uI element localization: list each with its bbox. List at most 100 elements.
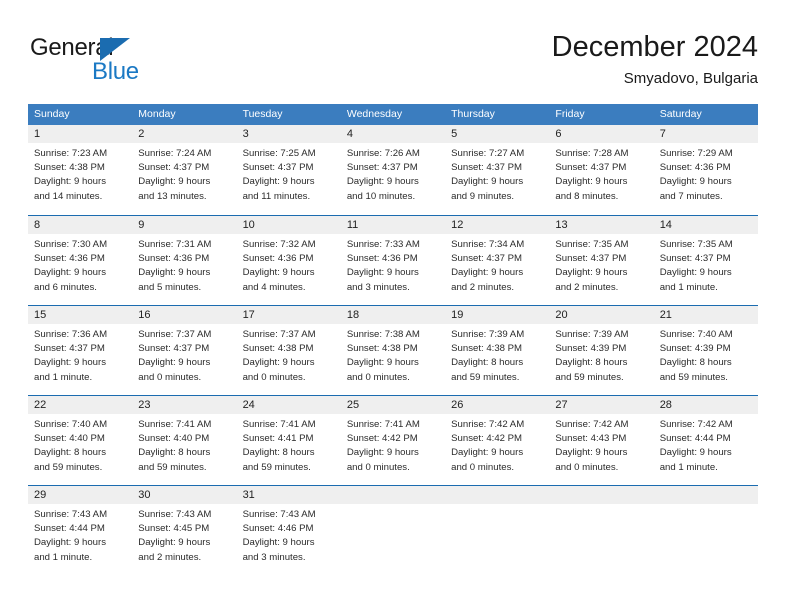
day-number: 28: [653, 396, 758, 414]
day-number: 23: [132, 396, 237, 414]
daylight-text-line1: Daylight: 8 hours: [34, 447, 106, 459]
calendar-weeks: 1 Sunrise: 7:23 AM Sunset: 4:38 PM Daylight…: [28, 125, 758, 575]
day-number: 4: [340, 125, 446, 143]
daylight-text-line2: and 0 minutes.: [555, 461, 619, 473]
calendar-day-cell[interactable]: 30 Sunrise: 7:43 AM Sunset: 4:45 PM Dayligh…: [132, 486, 237, 575]
sunrise-text: Sunrise: 7:35 AM: [659, 239, 733, 250]
calendar-day-cell[interactable]: 16 Sunrise: 7:37 AM Sunset: 4:37 PM Dayligh…: [132, 306, 237, 395]
daylight-text-line2: and 9 minutes.: [451, 190, 515, 202]
daylight-text-line1: Daylight: 8 hours: [555, 357, 628, 369]
logo-text-blue: Blue: [92, 58, 139, 85]
daylight-text-line2: and 4 minutes.: [242, 281, 306, 293]
daylight-text-line1: Daylight: 9 hours: [242, 537, 315, 549]
calendar-day-cell[interactable]: 2 Sunrise: 7:24 AM Sunset: 4:37 PM Daylight…: [132, 125, 237, 215]
weekday-header-friday: Friday: [555, 108, 585, 120]
weekday-header-monday: Monday: [138, 108, 176, 120]
day-details: Sunrise: 7:42 AM Sunset: 4:42 PM Daylight:…: [445, 414, 549, 475]
calendar-day-cell[interactable]: 12 Sunrise: 7:34 AM Sunset: 4:37 PM Dayligh…: [445, 216, 550, 305]
calendar-day-cell[interactable]: 15 Sunrise: 7:36 AM Sunset: 4:37 PM Dayligh…: [28, 306, 133, 395]
sunrise-text: Sunrise: 7:28 AM: [555, 148, 629, 159]
daylight-text-line1: Daylight: 9 hours: [451, 176, 524, 188]
daylight-text-line1: Daylight: 9 hours: [138, 176, 211, 188]
day-number: 24: [236, 396, 341, 414]
sunset-text: Sunset: 4:45 PM: [138, 523, 210, 535]
day-details: Sunrise: 7:25 AM Sunset: 4:37 PM Daylight:…: [237, 143, 341, 204]
sunrise-text: Sunrise: 7:41 AM: [138, 419, 212, 430]
sunset-text: Sunset: 4:38 PM: [346, 343, 418, 355]
general-blue-logo[interactable]: General Blue: [30, 34, 160, 88]
sunrise-text: Sunrise: 7:27 AM: [451, 148, 525, 159]
daylight-text-line2: and 1 minute.: [659, 281, 718, 293]
daylight-text-line2: and 1 minute.: [34, 371, 93, 383]
calendar-day-cell[interactable]: 21 Sunrise: 7:40 AM Sunset: 4:39 PM Dayligh…: [653, 306, 758, 395]
sunset-text: Sunset: 4:44 PM: [659, 433, 731, 445]
daylight-text-line1: Daylight: 9 hours: [138, 537, 211, 549]
calendar-day-cell[interactable]: 5 Sunrise: 7:27 AM Sunset: 4:37 PM Daylight…: [445, 125, 550, 215]
calendar-day-cell[interactable]: 9 Sunrise: 7:31 AM Sunset: 4:36 PM Daylight…: [132, 216, 237, 305]
calendar-day-cell[interactable]: 3 Sunrise: 7:25 AM Sunset: 4:37 PM Daylight…: [236, 125, 341, 215]
day-number: 11: [340, 216, 446, 234]
calendar-day-cell[interactable]: 4 Sunrise: 7:26 AM Sunset: 4:37 PM Daylight…: [340, 125, 446, 215]
daylight-text-line1: Daylight: 9 hours: [138, 357, 211, 369]
calendar-day-cell[interactable]: 18 Sunrise: 7:38 AM Sunset: 4:38 PM Dayligh…: [340, 306, 446, 395]
sunrise-text: Sunrise: 7:43 AM: [242, 509, 316, 520]
sunrise-text: Sunrise: 7:42 AM: [555, 419, 629, 430]
calendar-day-cell[interactable]: 27 Sunrise: 7:42 AM Sunset: 4:43 PM Dayligh…: [549, 396, 654, 485]
weekday-header-row: Sunday Monday Tuesday Wednesday Thursday Frid…: [28, 104, 758, 125]
weekday-header-saturday: Saturday: [659, 108, 702, 120]
day-details: [654, 504, 758, 508]
calendar-day-cell[interactable]: 19 Sunrise: 7:39 AM Sunset: 4:38 PM Dayligh…: [445, 306, 550, 395]
daylight-text-line1: Daylight: 9 hours: [659, 447, 732, 459]
day-details: Sunrise: 7:43 AM Sunset: 4:44 PM Daylight:…: [28, 504, 132, 565]
calendar-day-cell[interactable]: 20 Sunrise: 7:39 AM Sunset: 4:39 PM Dayligh…: [549, 306, 654, 395]
calendar-day-cell[interactable]: 24 Sunrise: 7:41 AM Sunset: 4:41 PM Dayligh…: [236, 396, 341, 485]
sunset-text: Sunset: 4:37 PM: [555, 162, 627, 174]
daylight-text-line2: and 0 minutes.: [138, 371, 202, 383]
day-number: 7: [653, 125, 758, 143]
sunrise-text: Sunrise: 7:39 AM: [451, 329, 525, 340]
calendar-day-cell[interactable]: 28 Sunrise: 7:42 AM Sunset: 4:44 PM Dayligh…: [653, 396, 758, 485]
daylight-text-line1: Daylight: 9 hours: [555, 267, 628, 279]
daylight-text-line1: Daylight: 9 hours: [451, 447, 524, 459]
calendar-day-cell-empty: [445, 486, 550, 575]
sunset-text: Sunset: 4:37 PM: [138, 343, 210, 355]
day-number: 18: [340, 306, 446, 324]
calendar-day-cell[interactable]: 14 Sunrise: 7:35 AM Sunset: 4:37 PM Dayligh…: [653, 216, 758, 305]
weekday-header-sunday: Sunday: [34, 108, 70, 120]
calendar-day-cell[interactable]: 8 Sunrise: 7:30 AM Sunset: 4:36 PM Daylight…: [28, 216, 133, 305]
calendar-day-cell[interactable]: 13 Sunrise: 7:35 AM Sunset: 4:37 PM Dayligh…: [549, 216, 654, 305]
sunrise-text: Sunrise: 7:43 AM: [138, 509, 212, 520]
calendar-day-cell[interactable]: 17 Sunrise: 7:37 AM Sunset: 4:38 PM Dayligh…: [236, 306, 341, 395]
daylight-text-line2: and 0 minutes.: [242, 371, 306, 383]
day-details: Sunrise: 7:39 AM Sunset: 4:38 PM Daylight:…: [445, 324, 549, 385]
sunset-text: Sunset: 4:42 PM: [346, 433, 418, 445]
daylight-text-line2: and 7 minutes.: [659, 190, 723, 202]
sunrise-text: Sunrise: 7:40 AM: [659, 329, 733, 340]
calendar-day-cell[interactable]: 22 Sunrise: 7:40 AM Sunset: 4:40 PM Dayligh…: [28, 396, 133, 485]
day-number: 6: [549, 125, 654, 143]
sunset-text: Sunset: 4:36 PM: [34, 253, 105, 265]
calendar-day-cell[interactable]: 7 Sunrise: 7:29 AM Sunset: 4:36 PM Daylight…: [653, 125, 758, 215]
sunrise-text: Sunrise: 7:37 AM: [242, 329, 316, 340]
sunset-text: Sunset: 4:36 PM: [659, 162, 731, 174]
calendar-day-cell[interactable]: 11 Sunrise: 7:33 AM Sunset: 4:36 PM Dayligh…: [340, 216, 446, 305]
sunrise-text: Sunrise: 7:36 AM: [34, 329, 108, 340]
calendar-day-cell[interactable]: 26 Sunrise: 7:42 AM Sunset: 4:42 PM Dayligh…: [445, 396, 550, 485]
page-title: December 2024: [551, 31, 758, 63]
sunrise-text: Sunrise: 7:34 AM: [451, 239, 525, 250]
calendar-day-cell[interactable]: 1 Sunrise: 7:23 AM Sunset: 4:38 PM Daylight…: [28, 125, 133, 215]
day-details: Sunrise: 7:40 AM Sunset: 4:40 PM Daylight:…: [28, 414, 132, 475]
daylight-text-line2: and 3 minutes.: [242, 551, 306, 563]
day-details: Sunrise: 7:42 AM Sunset: 4:44 PM Daylight:…: [654, 414, 758, 475]
calendar-day-cell[interactable]: 31 Sunrise: 7:43 AM Sunset: 4:46 PM Dayligh…: [236, 486, 341, 575]
day-details: Sunrise: 7:35 AM Sunset: 4:37 PM Daylight:…: [654, 234, 758, 295]
calendar-day-cell[interactable]: 6 Sunrise: 7:28 AM Sunset: 4:37 PM Daylight…: [549, 125, 654, 215]
calendar-day-cell[interactable]: 23 Sunrise: 7:41 AM Sunset: 4:40 PM Dayligh…: [132, 396, 237, 485]
day-number: 3: [236, 125, 341, 143]
day-number: 9: [132, 216, 237, 234]
calendar-day-cell[interactable]: 10 Sunrise: 7:32 AM Sunset: 4:36 PM Dayligh…: [236, 216, 341, 305]
calendar-day-cell[interactable]: 29 Sunrise: 7:43 AM Sunset: 4:44 PM Dayligh…: [28, 486, 133, 575]
day-details: [341, 504, 445, 508]
calendar-day-cell[interactable]: 25 Sunrise: 7:41 AM Sunset: 4:42 PM Dayligh…: [340, 396, 446, 485]
day-number: 29: [28, 486, 133, 504]
